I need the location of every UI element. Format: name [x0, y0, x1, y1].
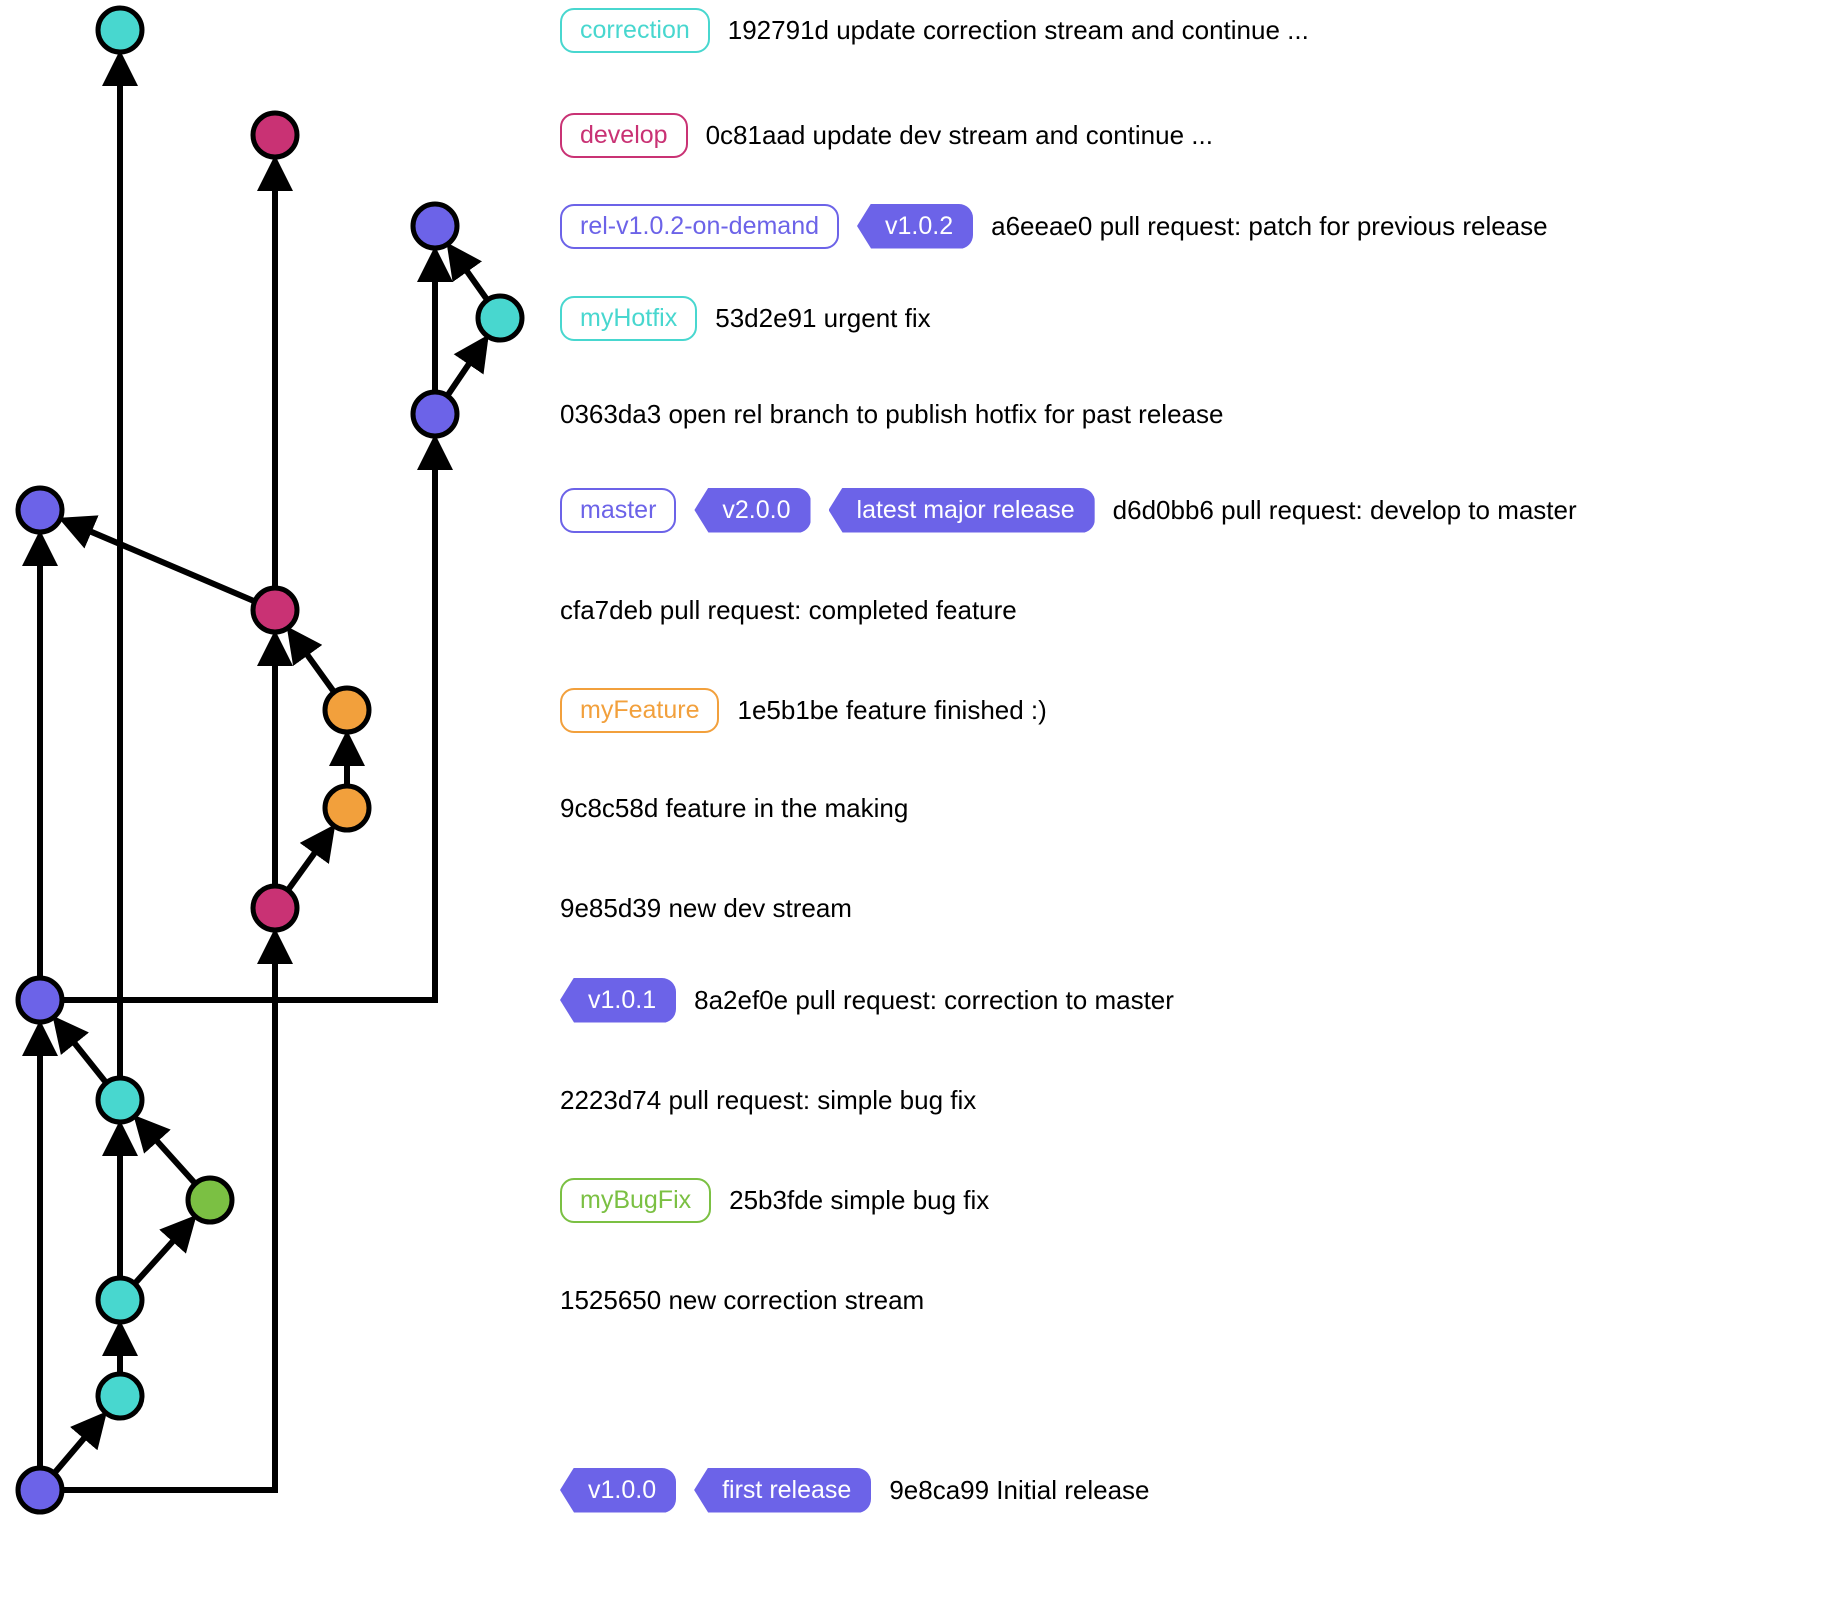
graph-edge [135, 1219, 193, 1283]
commit-node [18, 488, 62, 532]
graph-edge [56, 1020, 106, 1083]
tag-badge: v1.0.0 [560, 1468, 676, 1513]
commit-node [325, 688, 369, 732]
commit-message: 0363da3 open rel branch to publish hotfi… [560, 399, 1223, 430]
commit-message: 0c81aad update dev stream and continue .… [706, 120, 1213, 151]
commit-node [98, 1374, 142, 1418]
tag-badge: v1.0.1 [560, 978, 676, 1023]
commit-row: v1.0.0 first release 9e8ca99 Initial relea… [560, 1465, 1820, 1515]
branch-badge: myFeature [560, 688, 719, 733]
tag-badge: v2.0.0 [694, 488, 810, 533]
commit-row: myFeature 1e5b1be feature finished :) [560, 685, 1820, 735]
graph-edge [290, 631, 334, 692]
commit-message: 53d2e91 urgent fix [715, 303, 930, 334]
commit-node [18, 978, 62, 1022]
commit-message: 8a2ef0e pull request: correction to mast… [694, 985, 1174, 1016]
commit-node [253, 113, 297, 157]
commit-node [98, 1278, 142, 1322]
commit-node [188, 1178, 232, 1222]
branch-badge: myHotfix [560, 296, 697, 341]
branch-badge: myBugFix [560, 1178, 711, 1223]
git-graph [0, 0, 560, 1620]
commit-node [478, 296, 522, 340]
commit-row: 1525650 new correction stream [560, 1275, 1820, 1325]
commit-node [413, 204, 457, 248]
branch-badge: rel-v1.0.2-on-demand [560, 204, 839, 249]
commit-message: 9c8c58d feature in the making [560, 793, 908, 824]
commit-node [253, 588, 297, 632]
commit-row: develop 0c81aad update dev stream and con… [560, 110, 1820, 160]
graph-edge [137, 1119, 195, 1183]
tag-badge: latest major release [829, 488, 1095, 533]
graph-edge [447, 340, 485, 396]
commit-row: 2223d74 pull request: simple bug fix [560, 1075, 1820, 1125]
commit-message: 192791d update correction stream and con… [728, 15, 1309, 46]
commit-row: myBugFix 25b3fde simple bug fix [560, 1175, 1820, 1225]
commit-row: 9c8c58d feature in the making [560, 783, 1820, 833]
graph-edge [450, 247, 487, 300]
commit-message: d6d0bb6 pull request: develop to master [1113, 495, 1577, 526]
tag-badge: first release [694, 1468, 871, 1513]
commit-node [413, 392, 457, 436]
branch-badge: correction [560, 8, 710, 53]
commit-row: master v2.0.0 latest major release d6d0bb6 … [560, 485, 1820, 535]
commit-row: correction 192791d update correction stre… [560, 5, 1820, 55]
commit-row: rel-v1.0.2-on-demand v1.0.2 a6eeae0 pull r… [560, 201, 1820, 251]
commit-node [325, 786, 369, 830]
commit-row: 9e85d39 new dev stream [560, 883, 1820, 933]
commit-node [18, 1468, 62, 1512]
commit-message: a6eeae0 pull request: patch for previous… [991, 211, 1547, 242]
commit-message: 9e8ca99 Initial release [889, 1475, 1149, 1506]
tag-badge: v1.0.2 [857, 204, 973, 249]
graph-edge [62, 934, 275, 1490]
commit-row: cfa7deb pull request: completed feature [560, 585, 1820, 635]
graph-edge [54, 1416, 103, 1473]
commit-node [98, 8, 142, 52]
branch-badge: develop [560, 113, 688, 158]
graph-edge [64, 520, 255, 601]
commit-message: cfa7deb pull request: completed feature [560, 595, 1017, 626]
commit-node [253, 886, 297, 930]
commit-row: myHotfix 53d2e91 urgent fix [560, 293, 1820, 343]
commit-row: v1.0.1 8a2ef0e pull request: correction t… [560, 975, 1820, 1025]
commit-message: 25b3fde simple bug fix [729, 1185, 989, 1216]
commit-node [98, 1078, 142, 1122]
commit-message: 9e85d39 new dev stream [560, 893, 852, 924]
graph-edge [288, 829, 332, 890]
commit-message: 1e5b1be feature finished :) [737, 695, 1046, 726]
commit-message: 1525650 new correction stream [560, 1285, 924, 1316]
commit-row: 0363da3 open rel branch to publish hotfi… [560, 389, 1820, 439]
branch-badge: master [560, 488, 676, 533]
commit-message: 2223d74 pull request: simple bug fix [560, 1085, 976, 1116]
